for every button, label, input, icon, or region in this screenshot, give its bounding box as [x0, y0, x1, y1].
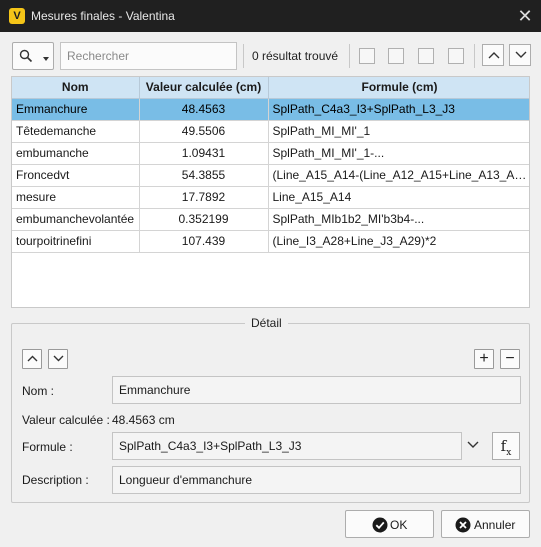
- remove-measurement-button[interactable]: −: [500, 349, 520, 369]
- row-name: mesure: [12, 186, 140, 209]
- arrow-down-icon: [515, 51, 527, 58]
- minus-icon: −: [505, 350, 515, 367]
- row-value: 17.7892: [139, 186, 269, 209]
- row-formula: SplPath_MIb1b2_MI'b3b4-...: [268, 208, 529, 231]
- ok-button[interactable]: OK: [345, 510, 434, 538]
- table-row[interactable]: tourpoitrinefini 107.439 (Line_I3_A28+Li…: [12, 230, 529, 253]
- row-value: 107.439: [139, 230, 269, 253]
- table-row[interactable]: Emmanchure 48.4563 SplPath_C4a3_I3+SplPa…: [12, 98, 529, 121]
- table-row[interactable]: Têtedemanche 49.5506 SplPath_MI_MI'_1: [12, 120, 529, 143]
- row-name: embumanchevolantée: [12, 208, 140, 231]
- row-value: 54.3855: [139, 164, 269, 187]
- search-options-button[interactable]: [12, 42, 54, 70]
- row-formula: (Line_I3_A28+Line_J3_A29)*2: [268, 230, 529, 253]
- row-formula: SplPath_MI_MI'_1-...: [268, 142, 529, 165]
- toolbar-divider: [243, 44, 244, 68]
- row-formula: (Line_A15_A14-(Line_A12_A15+Line_A13_A14…: [268, 164, 529, 187]
- table-row[interactable]: embumanchevolantée 0.352199 SplPath_MIb1…: [12, 208, 529, 231]
- cancel-circle-icon: [455, 517, 471, 533]
- window-title: Mesures finales - Valentina: [31, 9, 175, 23]
- title-bar: V Mesures finales - Valentina ✕: [0, 0, 541, 32]
- measurements-table: Nom Valeur calculée (cm) Formule (cm) Em…: [11, 76, 530, 308]
- chevron-down-icon: [43, 57, 49, 61]
- function-icon-sub: x: [506, 448, 512, 458]
- calculated-value-label: Valeur calculée :: [22, 413, 110, 427]
- search-result-count: 0 résultat trouvé: [252, 49, 339, 63]
- name-field[interactable]: Emmanchure: [112, 376, 521, 404]
- column-header-name[interactable]: Nom: [12, 77, 140, 99]
- regex-toggle[interactable]: [448, 48, 464, 64]
- arrow-up-icon: [488, 52, 500, 59]
- whole-word-toggle[interactable]: [388, 48, 404, 64]
- row-name: tourpoitrinefini: [12, 230, 140, 253]
- description-label: Description :: [22, 473, 89, 487]
- match-prefix-toggle[interactable]: [418, 48, 434, 64]
- formula-wizard-button[interactable]: fx: [492, 432, 520, 460]
- arrow-down-icon: [53, 355, 64, 362]
- toolbar-divider: [349, 44, 350, 68]
- valentina-app-icon: V: [9, 8, 25, 24]
- toolbar-divider: [474, 44, 475, 68]
- formula-field[interactable]: SplPath_C4a3_I3+SplPath_L3_J3: [112, 432, 462, 460]
- description-field[interactable]: Longueur d'emmanchure: [112, 466, 521, 494]
- move-up-button[interactable]: [22, 349, 42, 369]
- table-row[interactable]: mesure 17.7892 Line_A15_A14: [12, 186, 529, 209]
- search-next-button[interactable]: [509, 44, 531, 66]
- name-label: Nom :: [22, 384, 55, 398]
- column-header-value[interactable]: Valeur calculée (cm): [139, 77, 269, 99]
- row-name: Emmanchure: [12, 98, 140, 121]
- search-icon: [19, 49, 33, 63]
- row-formula: SplPath_MI_MI'_1: [268, 120, 529, 143]
- row-name: Têtedemanche: [12, 120, 140, 143]
- cancel-button[interactable]: Annuler: [441, 510, 530, 538]
- table-row[interactable]: Froncedvt 54.3855 (Line_A15_A14-(Line_A1…: [12, 164, 529, 187]
- formula-label: Formule :: [22, 440, 73, 454]
- row-value: 1.09431: [139, 142, 269, 165]
- ok-label: OK: [390, 518, 408, 532]
- calculated-value: 48.4563 cm: [112, 413, 175, 427]
- row-value: 0.352199: [139, 208, 269, 231]
- cancel-label: Annuler: [474, 518, 516, 532]
- row-formula: SplPath_C4a3_I3+SplPath_L3_J3: [268, 98, 529, 121]
- expand-formula-icon[interactable]: [466, 440, 480, 450]
- check-circle-icon: [372, 517, 388, 533]
- table-row[interactable]: embumanche 1.09431 SplPath_MI_MI'_1-...: [12, 142, 529, 165]
- row-value: 48.4563: [139, 98, 269, 121]
- row-formula: Line_A15_A14: [268, 186, 529, 209]
- row-name: embumanche: [12, 142, 140, 165]
- arrow-up-icon: [27, 355, 38, 362]
- match-case-toggle[interactable]: [359, 48, 375, 64]
- search-previous-button[interactable]: [482, 44, 504, 66]
- row-value: 49.5506: [139, 120, 269, 143]
- column-header-formula[interactable]: Formule (cm): [268, 77, 529, 99]
- add-measurement-button[interactable]: +: [474, 349, 494, 369]
- plus-icon: +: [479, 350, 489, 367]
- move-down-button[interactable]: [48, 349, 68, 369]
- row-name: Froncedvt: [12, 164, 140, 187]
- detail-legend: Détail: [245, 316, 288, 330]
- close-icon[interactable]: ✕: [515, 6, 535, 26]
- search-input[interactable]: [60, 42, 237, 70]
- table-header-row: Nom Valeur calculée (cm) Formule (cm): [12, 77, 529, 99]
